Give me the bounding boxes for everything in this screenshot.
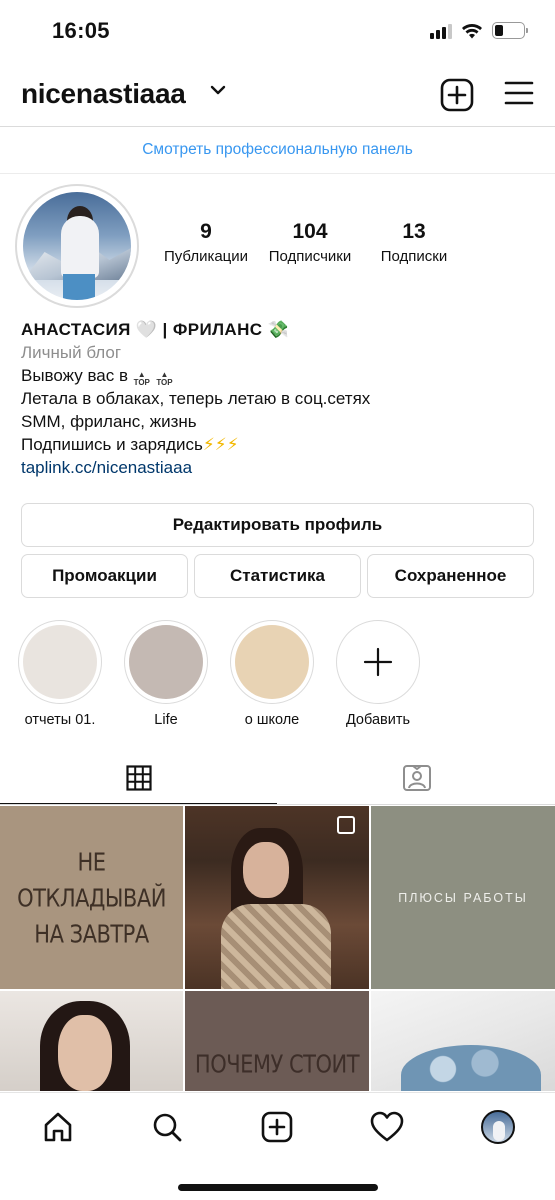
cellular-signal-icon [430,23,452,39]
stat-followers-count: 104 [292,220,328,243]
highlight-cover [129,625,203,699]
insights-button[interactable]: Статистика [194,554,361,598]
stat-posts-count: 9 [200,220,212,243]
profile-photo [23,192,131,300]
top-arrow-icon: ▲ TOP [133,370,150,387]
highlight-cover [235,625,309,699]
highlight-label: Life [154,712,178,728]
edit-profile-button[interactable]: Редактировать профиль [21,503,534,547]
tagged-person-icon [402,765,431,791]
post-thumbnail[interactable] [0,991,183,1091]
post-caption-overlay: ПЛЮСЫ РАБОТЫ [398,890,528,905]
bio-line-4: Подпишись и зарядись⚡⚡⚡ [21,435,239,454]
profile-header: nicenastiaaa [0,68,555,124]
highlight-label: отчеты 01. [24,712,96,728]
add-post-icon [261,1111,293,1143]
profile-avatar[interactable] [15,184,139,308]
stat-followers-label: Подписчики [268,248,352,265]
profile-bio: АНАСТАСИЯ 🤍 | ФРИЛАНС 💸 Личный блог Выво… [21,318,541,479]
add-highlight-button[interactable]: Добавить [333,620,423,728]
plus-icon [363,647,393,677]
highlight-item[interactable]: о школе [227,620,317,728]
post-thumbnail[interactable] [185,806,369,989]
highlight-cover [23,625,97,699]
post-thumbnail[interactable] [371,991,555,1091]
post-thumbnail[interactable]: ПОЧЕМУ СТОИТ [185,991,369,1091]
bio-line-2: Летала в облаках, теперь летаю в соц.сет… [21,389,371,408]
home-indicator [178,1184,378,1191]
nav-search[interactable] [147,1107,187,1147]
search-icon [153,1113,182,1142]
stat-followers[interactable]: 104 Подписчики [262,220,358,265]
promotions-button[interactable]: Промоакции [21,554,188,598]
stat-following-count: 13 [402,220,426,243]
stat-following-label: Подписки [380,248,448,265]
highlight-item[interactable]: отчеты 01. [15,620,105,728]
stat-following[interactable]: 13 Подписки [366,220,462,265]
post-thumbnail[interactable]: НЕ ОТКЛАДЫВАЙ НА ЗАВТРА [0,806,183,989]
highlight-label: о школе [244,712,300,728]
bio-line-1: Вывожу вас в ▲ TOP ▲ TOP [21,366,173,387]
tab-tagged[interactable] [278,752,555,804]
status-bar: 16:05 [0,0,555,62]
divider [0,173,555,174]
home-icon [44,1112,72,1142]
nav-add-post[interactable] [257,1107,297,1147]
nav-activity[interactable] [367,1107,407,1147]
stat-posts[interactable]: 9 Публикации [158,220,254,265]
highlight-label: Добавить [345,712,411,728]
post-thumbnail[interactable]: ПЛЮСЫ РАБОТЫ [371,806,555,989]
status-icons [430,22,528,39]
grid-icon [125,764,152,791]
nav-profile[interactable] [478,1107,518,1147]
lightning-emoji: ⚡⚡⚡ [202,435,239,454]
divider [0,804,555,805]
chevron-down-icon[interactable] [210,84,226,96]
nav-home[interactable] [38,1107,78,1147]
post-caption-overlay: ПОЧЕМУ СТОИТ [194,1049,360,1079]
status-time: 16:05 [52,18,110,43]
professional-dashboard-link[interactable]: Смотреть профессиональную панель [0,127,555,173]
saved-button[interactable]: Сохраненное [367,554,534,598]
post-caption-overlay: НЕ ОТКЛАДЫВАЙ НА ЗАВТРА [17,847,166,948]
hamburger-menu-icon[interactable] [504,80,534,106]
account-category: Личный блог [21,343,122,362]
top-arrow-icon: ▲ TOP [156,370,173,387]
battery-icon [492,22,528,39]
carousel-icon [337,816,355,834]
bottom-navigation [0,1092,555,1200]
display-name: АНАСТАСИЯ 🤍 | ФРИЛАНС 💸 [21,320,290,339]
heart-icon [370,1111,404,1142]
username-switcher[interactable]: nicenastiaaa [21,78,186,110]
bio-line-3: SMM, фриланс, жизнь [21,412,197,431]
plus-square-icon[interactable] [440,78,474,112]
wifi-icon [462,24,482,39]
bio-website-link[interactable]: taplink.cc/nicenastiaaa [21,456,541,479]
profile-avatar-small [481,1110,515,1144]
tab-posts-grid[interactable] [0,752,277,804]
stat-posts-label: Публикации [163,248,249,265]
highlight-item[interactable]: Life [121,620,211,728]
